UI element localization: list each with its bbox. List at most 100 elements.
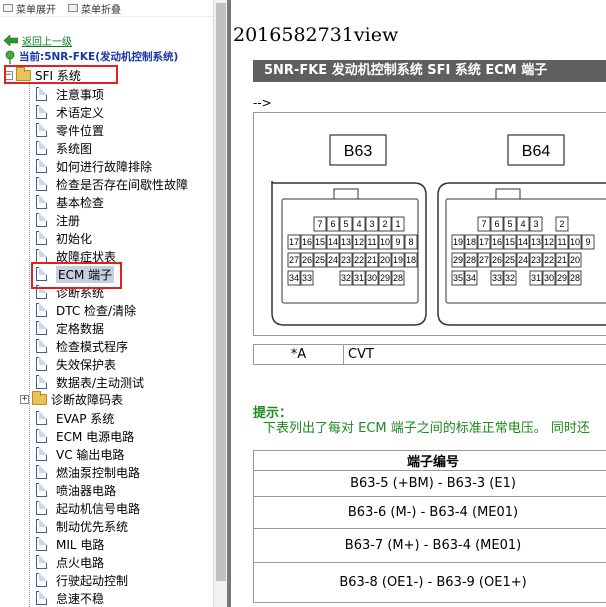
pin-number: 26 — [302, 255, 312, 265]
tree-item-label: 制动优先系统 — [56, 519, 129, 534]
tree-item[interactable]: 点火电路 — [36, 553, 104, 571]
pin-number: 3 — [369, 219, 374, 229]
table-header-row: 端子编号 — [253, 450, 606, 471]
tree-item[interactable]: EVAP 系统 — [36, 409, 114, 427]
folder-closed-icon — [32, 391, 47, 405]
tree-item[interactable]: 数据表/主动测试 — [36, 373, 144, 391]
tree-scrollbar[interactable] — [213, 0, 227, 607]
comment-arrow: --> — [253, 96, 272, 110]
section-banner: 5NR-FKE 发动机控制系统 SFI 系统 ECM 端子 — [253, 60, 606, 82]
b63-latch — [333, 188, 359, 200]
pin-number: 34 — [466, 273, 476, 283]
pin-number: 6 — [494, 219, 499, 229]
tree-item[interactable]: 定格数据 — [36, 319, 104, 337]
pin-number: 5 — [507, 219, 512, 229]
document-icon — [36, 249, 47, 263]
tree-item[interactable]: DTC 检查/清除 — [36, 301, 136, 319]
document-icon — [36, 411, 47, 425]
tree-item-label: 系统图 — [56, 141, 93, 156]
b63-face — [281, 198, 419, 304]
pin-number: 7 — [481, 219, 486, 229]
tree-item-label: 点火电路 — [56, 555, 105, 570]
table-row: B63-8 (OE1-) - B63-9 (OE1+) — [253, 562, 606, 603]
tree-guide-line — [29, 84, 30, 607]
connector-diagram: B63 B64 7 6 5 4 3 2 1 17 16 15 14 13 12 11 10 9 8 27 26 25 2… — [253, 112, 606, 336]
document-icon — [36, 465, 47, 479]
pin-number: 23 — [341, 255, 351, 265]
pin-number: 29 — [557, 273, 567, 283]
tree-item[interactable]: ECM 电源电路 — [36, 427, 134, 445]
pin-number: 31 — [531, 273, 541, 283]
tree-item-label: 如何进行故障排除 — [56, 159, 153, 174]
tree-item[interactable]: VC 输出电路 — [36, 445, 124, 463]
current-location-label: 当前:5NR-FKE(发动机控制系统) — [19, 51, 179, 63]
pin-number: 9 — [395, 237, 400, 247]
tree-item[interactable]: 行驶起动控制 — [36, 571, 128, 589]
document-icon — [36, 321, 47, 335]
document-icon — [36, 141, 47, 155]
tree-item-label: EVAP 系统 — [56, 411, 115, 426]
back-link[interactable]: 返回上一级 — [22, 33, 72, 48]
document-title: 2016582731view — [233, 24, 399, 46]
tree-scrollbar-thumb[interactable] — [216, 3, 226, 581]
document-icon — [36, 357, 47, 371]
pin-number: 16 — [302, 237, 312, 247]
tree-item-label: 失效保护表 — [56, 357, 117, 372]
collapse-menu-button[interactable]: 菜单折叠 — [68, 1, 121, 16]
navigation-tree-pane: 菜单展开 菜单折叠 返回上一级 当前:5NR-FKE(发动机控制系统) − SF… — [0, 0, 213, 607]
tree-item[interactable]: 零件位置 — [36, 121, 104, 139]
terminal-pair-cell: B63-5 (+BM) - B63-3 (E1) — [253, 470, 606, 497]
pin-number: 17 — [289, 237, 299, 247]
tree-item[interactable]: MIL 电路 — [36, 535, 104, 553]
highlight-box-ecm-terminal — [31, 262, 122, 289]
tree-item[interactable]: 喷油器电路 — [36, 481, 116, 499]
tree-item[interactable]: 注意事项 — [36, 85, 104, 103]
tree-item[interactable]: 制动优先系统 — [36, 517, 128, 535]
table-row: B63-6 (M-) - B63-4 (ME01) — [253, 496, 606, 529]
tree-item[interactable]: 检查是否存在间歇性故障 — [36, 175, 188, 193]
b64-latch — [495, 188, 521, 200]
tree-item-label: 起动机信号电路 — [56, 501, 141, 516]
document-icon — [36, 177, 47, 191]
connector-legend-table: *A CVT — [253, 344, 606, 365]
content-pane: 2016582731view 5NR-FKE 发动机控制系统 SFI 系统 EC… — [231, 0, 606, 607]
document-icon — [36, 105, 47, 119]
tree-item[interactable]: 如何进行故障排除 — [36, 157, 152, 175]
tree-node-dtc-table[interactable]: + 诊断故障码表 — [20, 391, 123, 408]
document-icon — [36, 429, 47, 443]
pin-number: 24 — [518, 255, 528, 265]
tree-item[interactable]: 失效保护表 — [36, 355, 116, 373]
connector-label-b64: B64 — [522, 143, 551, 160]
pin-number: 33 — [492, 273, 502, 283]
document-icon — [36, 303, 47, 317]
document-icon — [36, 591, 47, 605]
tree-item-label: 基本检查 — [56, 195, 105, 210]
document-icon — [36, 537, 47, 551]
tree-toolbar: 菜单展开 菜单折叠 — [0, 0, 213, 17]
tree-item[interactable]: 燃油泵控制电路 — [36, 463, 140, 481]
tree-item[interactable]: 系统图 — [36, 139, 92, 157]
pin-number: 27 — [289, 255, 299, 265]
tree-item[interactable]: 怠速不稳 — [36, 589, 104, 607]
pin-number: 24 — [328, 255, 338, 265]
b64-face — [445, 198, 606, 304]
pin-number: 32 — [341, 273, 351, 283]
collapse-menu-label: 菜单折叠 — [81, 4, 121, 16]
tree-item[interactable]: 注册 — [36, 211, 80, 229]
pin-number: 11 — [367, 237, 376, 247]
tree-item[interactable]: 术语定义 — [36, 103, 104, 121]
pin-number: 15 — [315, 237, 325, 247]
pin-number: 25 — [505, 255, 515, 265]
expand-toggle-icon[interactable]: + — [20, 395, 29, 404]
hint-text: 下表列出了每对 ECM 端子之间的标准正常电压。 同时还 — [263, 421, 590, 436]
tree-item[interactable]: 检查模式程序 — [36, 337, 128, 355]
table-row: *A CVT — [253, 344, 606, 365]
tree-item[interactable]: 基本检查 — [36, 193, 104, 211]
tree-item[interactable]: 起动机信号电路 — [36, 499, 140, 517]
expand-menu-button[interactable]: 菜单展开 — [3, 1, 56, 16]
tree-item-label: 数据表/主动测试 — [56, 375, 145, 390]
pin-number: 10 — [570, 237, 580, 247]
back-link-row[interactable]: 返回上一级 — [4, 33, 72, 48]
pin-number: 35 — [453, 273, 463, 283]
tree-item[interactable]: 初始化 — [36, 229, 92, 247]
